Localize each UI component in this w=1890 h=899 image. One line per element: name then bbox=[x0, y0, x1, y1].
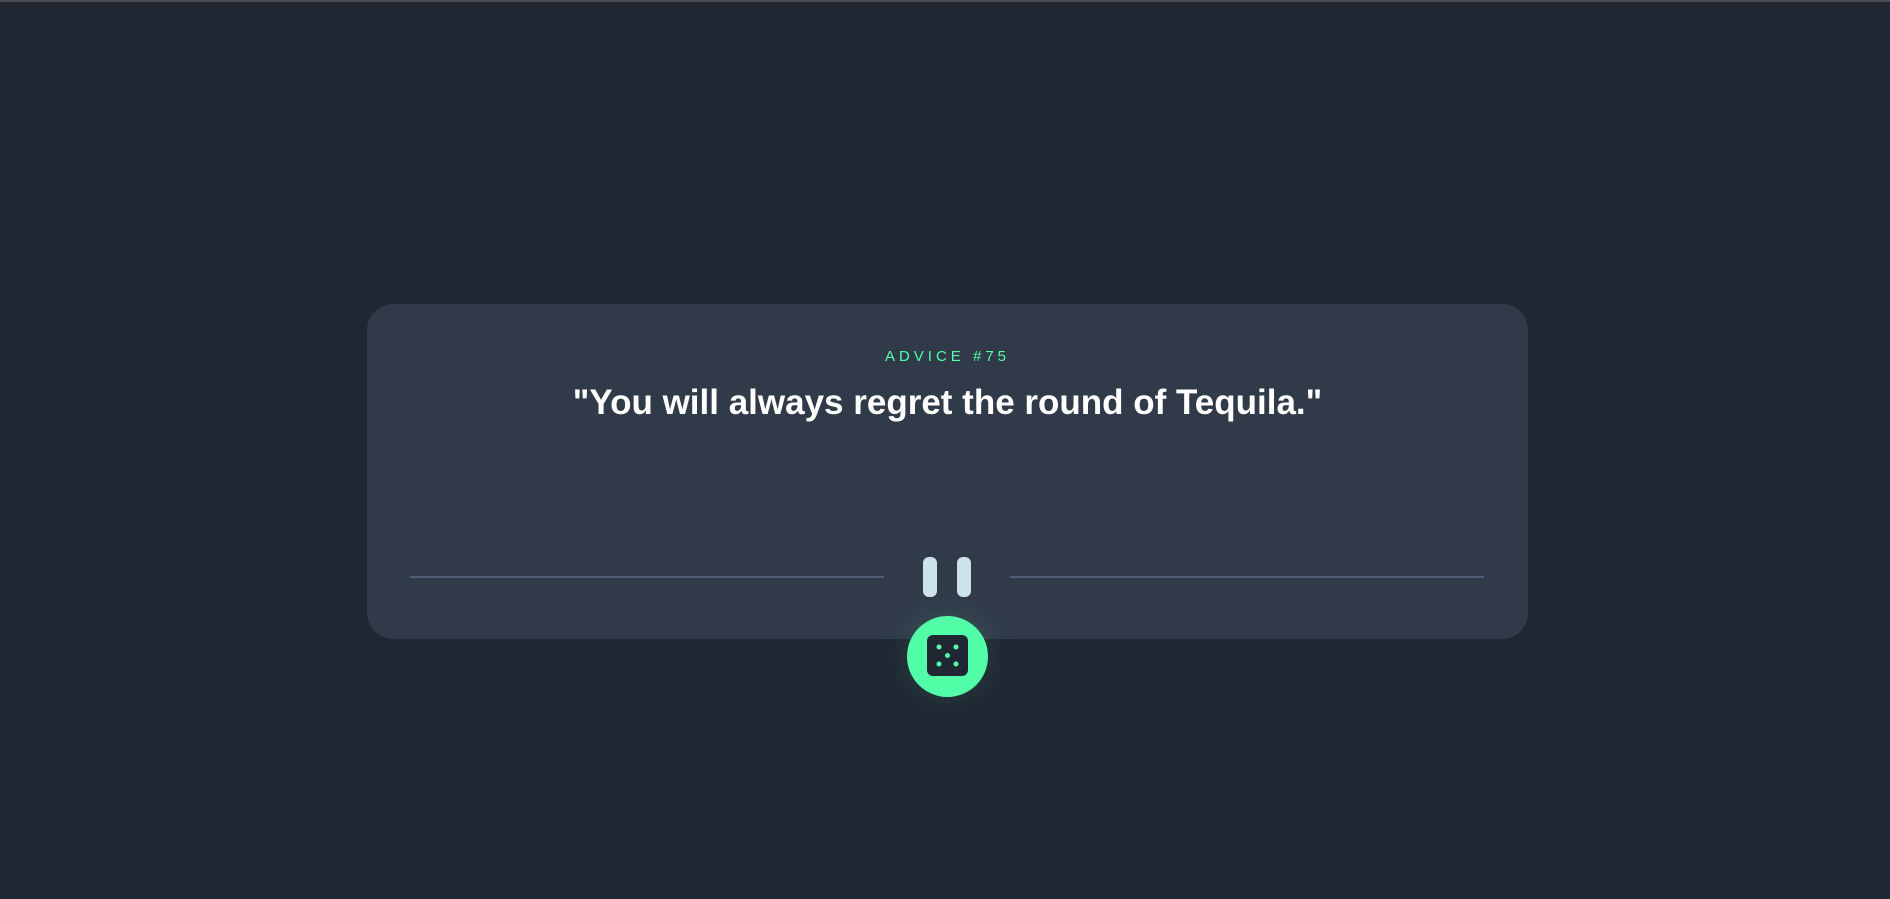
window-top-border bbox=[0, 0, 1890, 2]
generate-advice-button[interactable] bbox=[907, 616, 988, 697]
advice-card: ADVICE #75 "You will always regret the r… bbox=[367, 304, 1528, 639]
divider-right-line bbox=[1010, 576, 1484, 578]
divider-left-line bbox=[410, 576, 884, 578]
pause-bar-right bbox=[957, 557, 971, 597]
pause-icon bbox=[923, 557, 971, 597]
advice-quote: "You will always regret the round of Teq… bbox=[572, 383, 1323, 422]
pause-bar-left bbox=[923, 557, 937, 597]
dice-icon bbox=[927, 635, 968, 676]
advice-number: ADVICE #75 bbox=[884, 348, 1011, 365]
